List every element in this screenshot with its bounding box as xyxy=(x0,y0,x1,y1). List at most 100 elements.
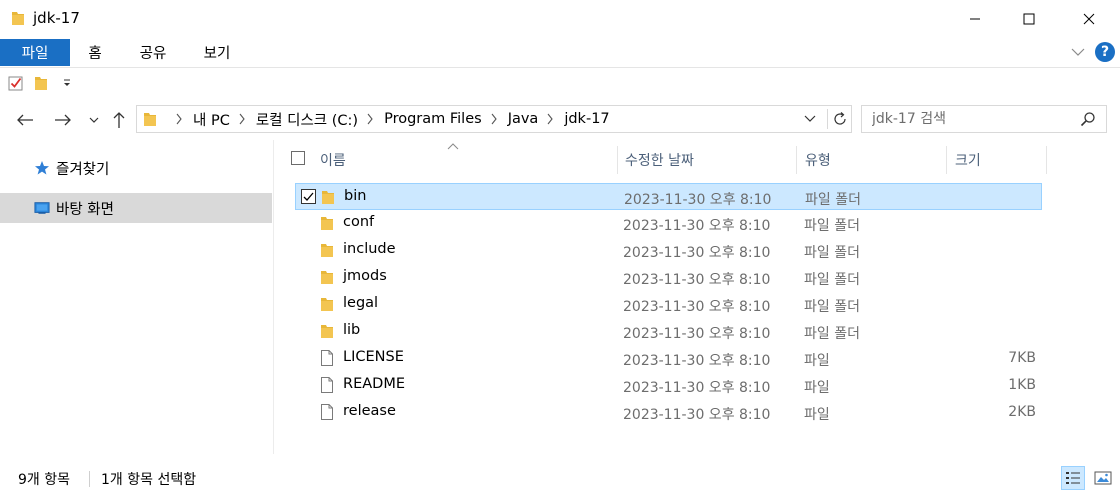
select-all-checkbox[interactable] xyxy=(291,151,305,165)
navigation-bar: 내 PC 로컬 디스크 (C:) Program Files Java jdk-… xyxy=(0,102,1120,138)
file-name: jmods xyxy=(343,268,387,284)
search-input[interactable] xyxy=(862,106,1072,132)
tab-view[interactable]: 보기 xyxy=(194,38,240,66)
file-name: README xyxy=(343,376,405,392)
file-name: conf xyxy=(343,214,375,230)
help-button[interactable]: ? xyxy=(1095,42,1115,62)
details-view-button[interactable] xyxy=(1061,466,1085,490)
file-date-modified: 2023-11-30 오후 8:10 xyxy=(623,353,771,369)
file-type: 파일 xyxy=(804,380,830,396)
table-row[interactable]: include 2023-11-30 오후 8:10 파일 폴더 xyxy=(295,237,1042,264)
file-date-modified: 2023-11-30 오후 8:10 xyxy=(623,326,771,342)
folder-icon xyxy=(11,10,25,26)
arrow-right-icon xyxy=(55,114,71,126)
file-name: bin xyxy=(344,188,367,204)
breadcrumb-program-files[interactable]: Program Files xyxy=(384,111,482,127)
breadcrumb-local-disk[interactable]: 로컬 디스크 (C:) xyxy=(256,109,358,130)
table-row[interactable]: jmods 2023-11-30 오후 8:10 파일 폴더 xyxy=(295,264,1042,291)
file-type: 파일 폴더 xyxy=(804,326,860,342)
checkmark-icon xyxy=(303,192,314,201)
nav-item-label: 즐겨찾기 xyxy=(56,161,110,178)
status-divider xyxy=(89,471,90,487)
file-date-modified: 2023-11-30 오후 8:10 xyxy=(623,299,771,315)
file-name: include xyxy=(343,241,396,257)
search-box[interactable] xyxy=(861,105,1107,133)
close-button[interactable] xyxy=(1066,0,1112,38)
column-header-date[interactable]: 수정한 날짜 xyxy=(625,144,795,176)
arrow-up-icon xyxy=(113,112,125,128)
table-row[interactable]: bin 2023-11-30 오후 8:10 파일 폴더 xyxy=(295,183,1042,210)
column-divider[interactable] xyxy=(1046,146,1047,174)
new-folder-icon[interactable] xyxy=(34,75,48,91)
file-type: 파일 xyxy=(804,353,830,369)
maximize-button[interactable] xyxy=(1006,0,1052,38)
column-header-name[interactable]: 이름 xyxy=(320,144,616,176)
properties-check-icon[interactable] xyxy=(8,75,24,91)
large-icons-view-button[interactable] xyxy=(1091,466,1115,490)
back-button[interactable] xyxy=(14,110,36,130)
folder-icon xyxy=(320,269,334,285)
breadcrumb-this-pc[interactable]: 내 PC xyxy=(193,109,230,130)
folder-icon xyxy=(320,215,334,231)
tab-home[interactable]: 홈 xyxy=(72,38,118,66)
table-row[interactable]: lib 2023-11-30 오후 8:10 파일 폴더 xyxy=(295,318,1042,345)
file-type: 파일 폴더 xyxy=(804,245,860,261)
maximize-icon xyxy=(1023,13,1035,25)
table-row[interactable]: LICENSE 2023-11-30 오후 8:10 파일 7KB xyxy=(295,345,1042,372)
file-date-modified: 2023-11-30 오후 8:10 xyxy=(623,245,771,261)
file-type: 파일 폴더 xyxy=(804,272,860,288)
file-type: 파일 폴더 xyxy=(804,299,860,315)
address-history-dropdown-icon[interactable] xyxy=(803,114,817,124)
file-name: release xyxy=(343,403,396,419)
tab-share[interactable]: 공유 xyxy=(130,38,176,66)
search-icon[interactable] xyxy=(1080,111,1096,127)
file-icon xyxy=(320,404,334,420)
breadcrumb-jdk-17[interactable]: jdk-17 xyxy=(564,111,609,127)
column-divider[interactable] xyxy=(796,146,797,174)
nav-item-quick-access[interactable]: 즐겨찾기 xyxy=(0,153,272,183)
chevron-right-icon[interactable] xyxy=(238,113,248,125)
folder-icon xyxy=(320,296,334,312)
file-type: 파일 폴더 xyxy=(804,218,860,234)
chevron-down-icon xyxy=(89,117,99,123)
refresh-button[interactable] xyxy=(827,109,851,129)
folder-icon xyxy=(321,189,335,205)
up-button[interactable] xyxy=(108,110,130,130)
table-row[interactable]: legal 2023-11-30 오후 8:10 파일 폴더 xyxy=(295,291,1042,318)
arrow-left-icon xyxy=(17,114,33,126)
minimize-button[interactable] xyxy=(952,0,998,38)
ribbon-tabs: 파일 홈 공유 보기 ? xyxy=(0,38,1120,68)
column-header-size[interactable]: 크기 xyxy=(955,144,1045,176)
forward-button[interactable] xyxy=(52,110,74,130)
file-size: 2KB xyxy=(1008,404,1036,420)
chevron-right-icon[interactable] xyxy=(490,113,500,125)
chevron-right-icon[interactable] xyxy=(175,113,185,125)
column-divider[interactable] xyxy=(617,146,618,174)
nav-item-desktop[interactable]: 바탕 화면 xyxy=(0,193,272,223)
file-type: 파일 xyxy=(804,407,830,423)
file-date-modified: 2023-11-30 오후 8:10 xyxy=(623,272,771,288)
table-row[interactable]: README 2023-11-30 오후 8:10 파일 1KB xyxy=(295,372,1042,399)
recent-locations-button[interactable] xyxy=(86,110,102,130)
details-view-icon xyxy=(1066,472,1080,484)
tab-file[interactable]: 파일 xyxy=(0,39,70,66)
customize-dropdown-icon[interactable] xyxy=(62,78,72,88)
expand-ribbon-icon[interactable] xyxy=(1071,46,1085,58)
table-row[interactable]: conf 2023-11-30 오후 8:10 파일 폴더 xyxy=(295,210,1042,237)
item-count: 9개 항목 xyxy=(18,472,70,488)
chevron-right-icon[interactable] xyxy=(366,113,376,125)
breadcrumb-java[interactable]: Java xyxy=(508,111,539,127)
folder-icon xyxy=(143,111,157,127)
file-size: 7KB xyxy=(1008,350,1036,366)
column-divider[interactable] xyxy=(946,146,947,174)
title-bar: jdk-17 xyxy=(0,0,1120,38)
column-header-type[interactable]: 유형 xyxy=(805,144,945,176)
chevron-right-icon[interactable] xyxy=(546,113,556,125)
file-list: 이름 수정한 날짜 유형 크기 bin 2023-11-30 오후 8:10 파일 … xyxy=(275,140,1120,454)
address-bar[interactable]: 내 PC 로컬 디스크 (C:) Program Files Java jdk-… xyxy=(136,105,852,133)
table-row[interactable]: release 2023-11-30 오후 8:10 파일 2KB xyxy=(295,399,1042,426)
navigation-pane: 즐겨찾기 바탕 화면 xyxy=(0,140,274,454)
file-size: 1KB xyxy=(1008,377,1036,393)
row-checkbox[interactable] xyxy=(301,189,316,204)
folder-icon xyxy=(320,242,334,258)
